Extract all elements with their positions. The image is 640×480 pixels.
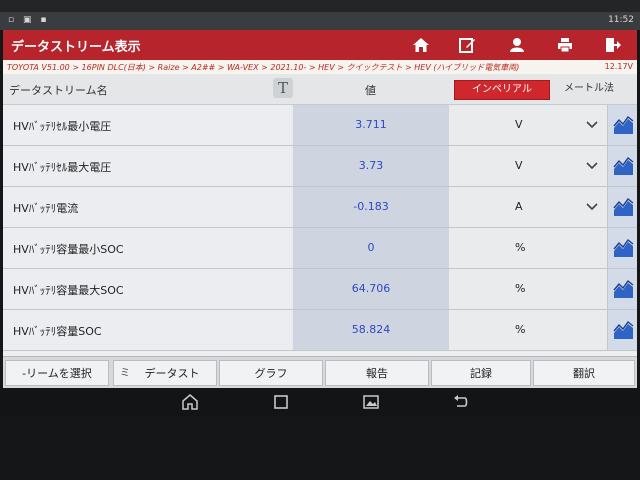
row-name: HVﾊﾞｯﾃﾘ容量最小SOC	[13, 243, 124, 256]
row-value: 64.706	[293, 269, 449, 309]
device-bezel	[0, 0, 640, 12]
title-bar: データストリーム表示	[3, 30, 637, 60]
table-row[interactable]: HVﾊﾞｯﾃﾘ容量SOC 58.824 %	[3, 310, 637, 351]
metric-unit-button[interactable]: メートル法	[554, 80, 624, 98]
datastream-button[interactable]: ミ データスト	[113, 360, 217, 386]
table-row[interactable]: HVﾊﾞｯﾃﾘｾﾙ最小電圧 3.711 V	[3, 105, 637, 146]
print-button[interactable]	[543, 30, 587, 60]
user-button[interactable]	[495, 30, 539, 60]
line-chart-icon	[613, 238, 634, 257]
column-header-value: 値	[365, 84, 376, 97]
row-name: HVﾊﾞｯﾃﾘ容量最大SOC	[13, 284, 124, 297]
back-icon[interactable]	[451, 393, 469, 411]
line-chart-icon	[613, 197, 634, 216]
line-chart-icon	[613, 115, 634, 134]
row-unit: %	[515, 282, 526, 295]
record-button[interactable]: 記録	[431, 360, 531, 386]
exit-button[interactable]	[591, 30, 635, 60]
imperial-unit-button[interactable]: インペリアル	[454, 80, 550, 100]
table-row[interactable]: HVﾊﾞｯﾃﾘ容量最小SOC 0 %	[3, 228, 637, 269]
unit-select[interactable]: V	[451, 105, 605, 145]
line-chart-icon	[613, 279, 634, 298]
screenshot-icon[interactable]	[362, 393, 380, 411]
user-icon	[510, 38, 524, 52]
row-unit: V	[515, 118, 523, 131]
chevron-down-icon	[586, 121, 598, 129]
graph-view-button[interactable]: グラフ	[219, 360, 323, 386]
unit-display: %	[451, 310, 605, 350]
select-stream-button[interactable]: -リームを選択	[5, 360, 109, 386]
row-value: -0.183	[293, 187, 449, 227]
row-name-cell: HVﾊﾞｯﾃﾘｾﾙ最大電圧	[3, 146, 291, 186]
row-name-cell: HVﾊﾞｯﾃﾘ容量最小SOC	[3, 228, 291, 268]
row-name: HVﾊﾞｯﾃﾘ電流	[13, 202, 79, 215]
row-name: HVﾊﾞｯﾃﾘｾﾙ最大電圧	[13, 161, 112, 174]
row-name: HVﾊﾞｯﾃﾘ容量SOC	[13, 325, 102, 338]
battery-voltage: 12.17V	[604, 62, 633, 71]
row-unit: %	[515, 323, 526, 336]
row-name: HVﾊﾞｯﾃﾘｾﾙ最小電圧	[13, 120, 112, 133]
breadcrumb-path: TOYOTA V51.00 > 16PIN DLC(日本) > Raize > …	[7, 63, 520, 72]
row-value: 3.711	[293, 105, 449, 145]
row-name-cell: HVﾊﾞｯﾃﾘ電流	[3, 187, 291, 227]
bottom-toolbar: -リームを選択 ミ データスト グラフ 報告 記録 翻訳	[3, 356, 637, 388]
table-row[interactable]: HVﾊﾞｯﾃﾘｾﾙ最大電圧 3.73 V	[3, 146, 637, 187]
row-unit: A	[515, 200, 523, 213]
graph-button[interactable]	[607, 269, 637, 309]
breadcrumb: TOYOTA V51.00 > 16PIN DLC(日本) > Raize > …	[3, 60, 637, 74]
page-title: データストリーム表示	[11, 40, 141, 55]
line-chart-icon	[613, 320, 634, 339]
table-row[interactable]: HVﾊﾞｯﾃﾘ電流 -0.183 A	[3, 187, 637, 228]
unit-display: %	[451, 228, 605, 268]
app-window: データストリーム表示 TOYOTA V51.00 > 16PIN DLC(日本)…	[3, 30, 637, 388]
translate-button[interactable]: 翻訳	[533, 360, 635, 386]
graph-button[interactable]	[607, 228, 637, 268]
unit-select[interactable]: V	[451, 146, 605, 186]
datastream-button-label: データスト	[144, 367, 200, 380]
line-chart-icon	[613, 156, 634, 175]
row-value: 0	[293, 228, 449, 268]
table-row[interactable]: HVﾊﾞｯﾃﾘ容量最大SOC 64.706 %	[3, 269, 637, 310]
row-name-cell: HVﾊﾞｯﾃﾘｾﾙ最小電圧	[3, 105, 291, 145]
row-name-cell: HVﾊﾞｯﾃﾘ容量SOC	[3, 310, 291, 350]
chevron-down-icon	[586, 162, 598, 170]
recent-apps-icon[interactable]	[272, 393, 290, 411]
notification-icons: ▫ ▣ ▪	[8, 15, 50, 25]
font-size-button[interactable]: T	[273, 78, 293, 98]
row-unit: %	[515, 241, 526, 254]
report-button[interactable]: 報告	[325, 360, 429, 386]
graph-button[interactable]	[607, 187, 637, 227]
graph-button[interactable]	[607, 310, 637, 350]
datastream-list: HVﾊﾞｯﾃﾘｾﾙ最小電圧 3.711 V HVﾊﾞｯﾃﾘｾﾙ最大電圧 3.73…	[3, 105, 637, 351]
android-status-bar: ▫ ▣ ▪ 11:52	[0, 12, 640, 30]
edit-icon	[459, 38, 475, 53]
printer-icon	[558, 38, 572, 53]
row-unit: V	[515, 159, 523, 172]
android-nav-bar	[0, 388, 640, 416]
graph-button[interactable]	[607, 146, 637, 186]
row-value: 3.73	[293, 146, 449, 186]
row-name-cell: HVﾊﾞｯﾃﾘ容量最大SOC	[3, 269, 291, 309]
home-icon	[413, 38, 429, 52]
unit-select[interactable]: A	[451, 187, 605, 227]
home-icon[interactable]	[181, 393, 199, 411]
row-value: 58.824	[293, 310, 449, 350]
chevron-down-icon	[586, 203, 598, 211]
home-button[interactable]	[399, 30, 443, 60]
column-header-name: データストリーム名	[9, 84, 108, 97]
graph-button[interactable]	[607, 105, 637, 145]
table-header: データストリーム名 T 値 インペリアル メートル法	[3, 74, 637, 105]
list-icon: ミ	[120, 368, 130, 379]
unit-display: %	[451, 269, 605, 309]
edit-button[interactable]	[445, 30, 489, 60]
exit-icon	[606, 38, 621, 52]
status-time: 11:52	[608, 15, 634, 25]
